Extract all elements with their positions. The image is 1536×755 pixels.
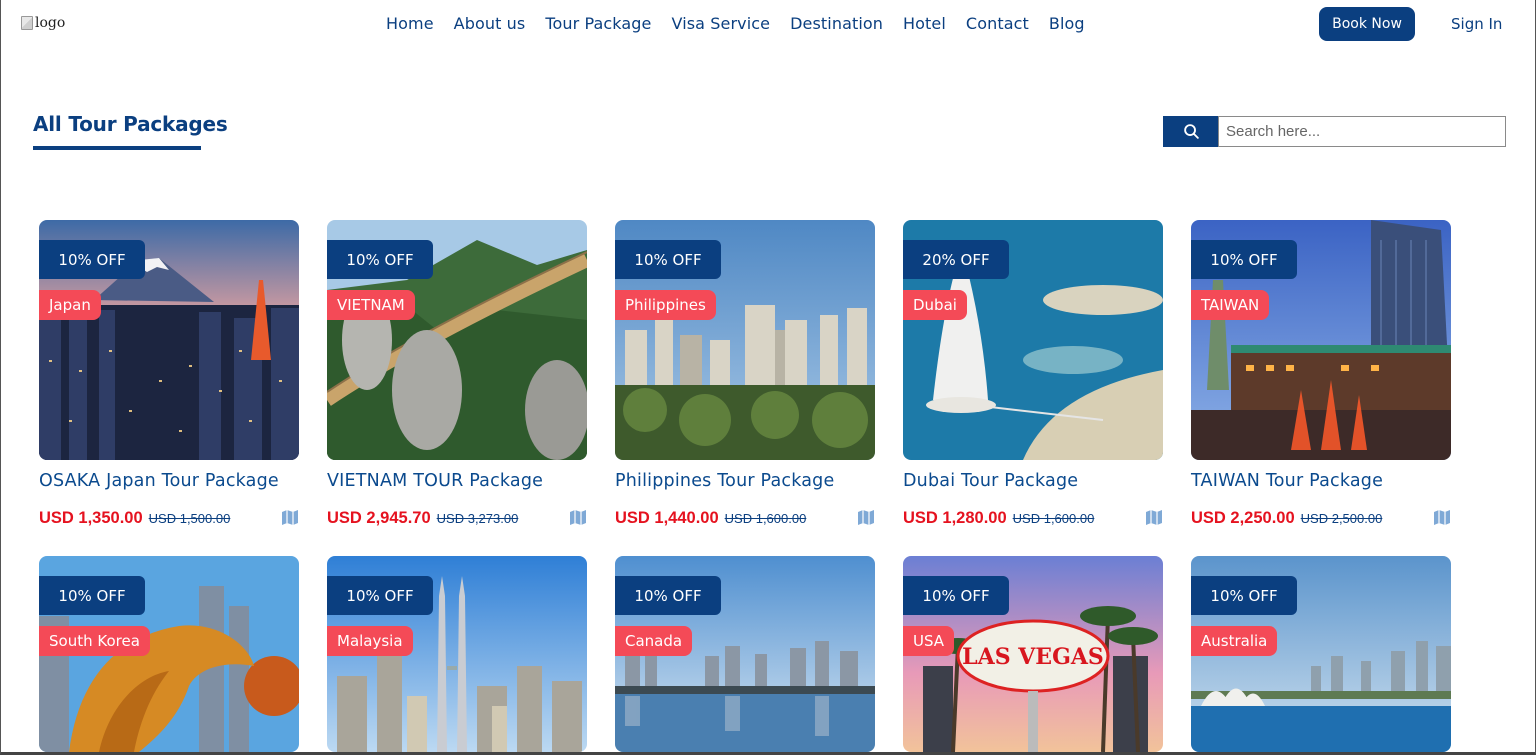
tour-image[interactable]: 10% OFF Australia (1191, 556, 1451, 752)
old-price: USD 1,600.00 (724, 511, 807, 526)
price-row: USD 2,250.00 USD 2,500.00 (1191, 509, 1451, 528)
discount-badge: 10% OFF (327, 240, 433, 279)
tour-card[interactable]: 10% OFF TAIWAN TAIWAN Tour Package USD 2… (1191, 220, 1451, 527)
price: USD 1,350.00 (39, 509, 143, 527)
price: USD 1,280.00 (903, 509, 1007, 527)
discount-badge: 10% OFF (39, 240, 145, 279)
discount-badge: 10% OFF (615, 576, 721, 615)
price: USD 2,250.00 (1191, 509, 1295, 527)
country-badge: South Korea (39, 626, 150, 656)
price: USD 1,440.00 (615, 509, 719, 527)
tour-image[interactable]: 10% OFF VIETNAM (327, 220, 587, 460)
tour-card[interactable]: LAS VEGAS 10% OFF USA (903, 556, 1163, 752)
sign-in-link[interactable]: Sign In (1451, 15, 1502, 33)
logo[interactable]: logo (21, 15, 65, 31)
tour-card[interactable]: 10% OFF Canada (615, 556, 875, 752)
tour-image[interactable]: LAS VEGAS 10% OFF USA (903, 556, 1163, 752)
old-price: USD 2,500.00 (1300, 511, 1383, 526)
map-icon[interactable] (569, 509, 587, 526)
tour-image[interactable]: 20% OFF Dubai (903, 220, 1163, 460)
tour-image[interactable]: 10% OFF Canada (615, 556, 875, 752)
tour-image[interactable]: 10% OFF Philippines (615, 220, 875, 460)
map-icon[interactable] (281, 509, 299, 526)
tour-card[interactable]: 10% OFF VIETNAM VIETNAM TOUR Package USD… (327, 220, 587, 527)
sign-text: LAS VEGAS (962, 644, 1104, 670)
old-price: USD 3,273.00 (436, 511, 519, 526)
search-icon (1183, 124, 1199, 139)
map-icon[interactable] (1433, 509, 1451, 526)
tour-card[interactable]: 10% OFF South Korea (39, 556, 299, 752)
book-now-button[interactable]: Book Now (1319, 7, 1415, 41)
tour-image[interactable]: 10% OFF Japan (39, 220, 299, 460)
title-underline (33, 146, 201, 150)
nav-contact[interactable]: Contact (966, 14, 1029, 33)
country-badge: Philippines (615, 290, 716, 320)
map-icon[interactable] (857, 509, 875, 526)
tour-card[interactable]: 10% OFF Australia (1191, 556, 1451, 752)
card-title[interactable]: Philippines Tour Package (615, 471, 834, 491)
country-badge: VIETNAM (327, 290, 415, 320)
logo-alt-text: logo (35, 15, 66, 31)
discount-badge: 10% OFF (1191, 576, 1297, 615)
price-row: USD 1,440.00 USD 1,600.00 (615, 509, 875, 528)
nav-about-us[interactable]: About us (454, 14, 526, 33)
card-title[interactable]: OSAKA Japan Tour Package (39, 471, 279, 491)
card-title[interactable]: TAIWAN Tour Package (1191, 471, 1383, 491)
old-price: USD 1,500.00 (148, 511, 231, 526)
price-row: USD 1,280.00 USD 1,600.00 (903, 509, 1163, 528)
price: USD 2,945.70 (327, 509, 431, 527)
nav-hotel[interactable]: Hotel (903, 14, 946, 33)
main-nav: Home About us Tour Package Visa Service … (386, 14, 1085, 33)
nav-home[interactable]: Home (386, 14, 434, 33)
nav-destination[interactable]: Destination (790, 14, 883, 33)
discount-badge: 20% OFF (903, 240, 1009, 279)
discount-badge: 10% OFF (615, 240, 721, 279)
nav-visa-service[interactable]: Visa Service (672, 14, 771, 33)
country-badge: Canada (615, 626, 693, 656)
country-badge: Malaysia (327, 626, 413, 656)
card-title[interactable]: VIETNAM TOUR Package (327, 471, 543, 491)
page-title: All Tour Packages (33, 112, 228, 136)
discount-badge: 10% OFF (903, 576, 1009, 615)
country-badge: Australia (1191, 626, 1278, 656)
discount-badge: 10% OFF (1191, 240, 1297, 279)
old-price: USD 1,600.00 (1012, 511, 1095, 526)
country-badge: Japan (39, 290, 101, 320)
price-row: USD 2,945.70 USD 3,273.00 (327, 509, 587, 528)
tour-card[interactable]: 20% OFF Dubai Dubai Tour Package USD 1,2… (903, 220, 1163, 527)
search-input[interactable] (1218, 116, 1506, 147)
nav-blog[interactable]: Blog (1049, 14, 1085, 33)
broken-image-icon (21, 16, 33, 30)
tour-card[interactable]: 10% OFF Philippines Philippines Tour Pac… (615, 220, 875, 527)
site-header: logo Home About us Tour Package Visa Ser… (0, 0, 1536, 50)
search-button[interactable] (1163, 116, 1219, 147)
tour-image[interactable]: 10% OFF TAIWAN (1191, 220, 1451, 460)
country-badge: Dubai (903, 290, 967, 320)
discount-badge: 10% OFF (39, 576, 145, 615)
country-badge: TAIWAN (1191, 290, 1270, 320)
tour-card[interactable]: 10% OFF Japan OSAKA Japan Tour Package U… (39, 220, 299, 527)
tour-image[interactable]: 10% OFF Malaysia (327, 556, 587, 752)
discount-badge: 10% OFF (327, 576, 433, 615)
nav-tour-package[interactable]: Tour Package (545, 14, 651, 33)
price-row: USD 1,350.00 USD 1,500.00 (39, 509, 299, 528)
country-badge: USA (903, 626, 955, 656)
tour-image[interactable]: 10% OFF South Korea (39, 556, 299, 752)
card-title[interactable]: Dubai Tour Package (903, 471, 1078, 491)
map-icon[interactable] (1145, 509, 1163, 526)
tour-card[interactable]: 10% OFF Malaysia (327, 556, 587, 752)
